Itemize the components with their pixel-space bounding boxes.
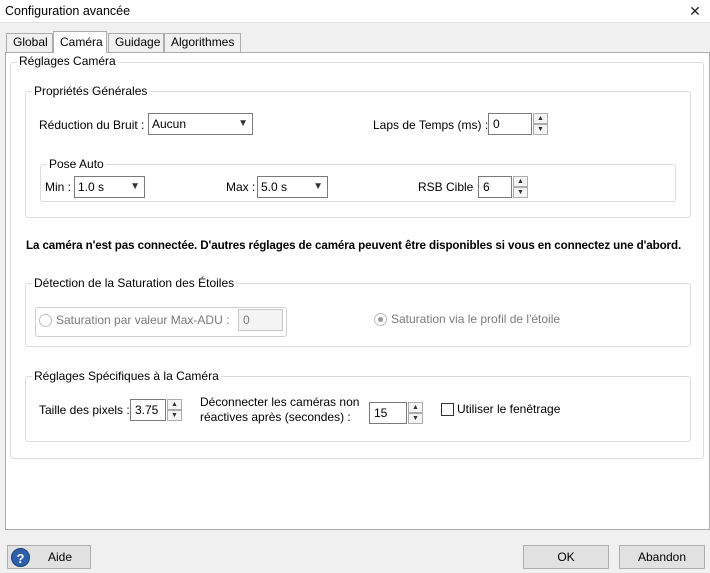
ok-button[interactable]: OK — [523, 545, 609, 569]
stepper-up-icon[interactable]: ▲ — [533, 113, 548, 124]
stepper-up-icon[interactable]: ▲ — [408, 402, 423, 413]
time-lapse-stepper[interactable]: ▲ ▼ — [533, 113, 548, 135]
windowing-checkbox[interactable] — [441, 403, 454, 416]
pixel-size-label: Taille des pixels : — [39, 403, 130, 417]
camera-not-connected-note: La caméra n'est pas connectée. D'autres … — [26, 239, 682, 252]
saturation-adu-label: Saturation par valeur Max-ADU : — [56, 313, 230, 327]
noise-reduction-label: Réduction du Bruit : — [39, 118, 145, 132]
stepper-down-icon[interactable]: ▼ — [533, 124, 548, 135]
target-snr-label: RSB Cible : — [418, 180, 481, 194]
max-exposure-select[interactable]: 5.0 s ▼ — [257, 176, 328, 198]
window-title: Configuration avancée — [5, 4, 131, 18]
camera-specific-label: Réglages Spécifiques à la Caméra — [32, 369, 221, 383]
windowing-label: Utiliser le fenêtrage — [457, 402, 561, 416]
pixel-size-stepper[interactable]: ▲ ▼ — [167, 399, 182, 421]
max-exposure-label: Max : — [226, 180, 256, 194]
chevron-down-icon: ▼ — [238, 118, 248, 129]
stepper-up-icon[interactable]: ▲ — [167, 399, 182, 410]
cancel-button[interactable]: Abandon — [619, 545, 705, 569]
disconnect-label-line1: Déconnecter les caméras non — [200, 395, 360, 409]
tab-algorithmes[interactable]: Algorithmes — [164, 33, 241, 52]
tab-camera[interactable]: Caméra — [53, 31, 107, 53]
title-bar: Configuration avancée ✕ — [0, 0, 710, 23]
stepper-up-icon[interactable]: ▲ — [513, 176, 528, 187]
min-exposure-label: Min : — [45, 180, 72, 194]
disconnect-timeout-input[interactable]: 15 — [369, 402, 407, 424]
stepper-down-icon[interactable]: ▼ — [167, 410, 182, 421]
saturation-label: Détection de la Saturation des Étoiles — [32, 276, 237, 290]
tab-guidage[interactable]: Guidage — [108, 33, 164, 52]
help-label: Aide — [47, 550, 73, 564]
saturation-adu-radio[interactable] — [39, 314, 52, 327]
help-button[interactable]: ? Aide — [7, 545, 91, 569]
auto-exposure-label: Pose Auto — [47, 157, 106, 171]
pixel-size-input[interactable]: 3.75 — [130, 399, 166, 421]
min-exposure-select[interactable]: 1.0 s ▼ — [74, 176, 145, 198]
time-lapse-label: Laps de Temps (ms) : — [373, 118, 489, 132]
disconnect-label-line2: réactives après (secondes) : — [200, 410, 351, 424]
disconnect-timeout-stepper[interactable]: ▲ ▼ — [408, 402, 423, 424]
max-exposure-value: 5.0 s — [261, 180, 288, 194]
noise-reduction-select[interactable]: Aucun ▼ — [148, 113, 253, 135]
max-adu-input[interactable]: 0 — [238, 309, 283, 331]
camera-settings-label: Réglages Caméra — [17, 54, 118, 68]
noise-reduction-value: Aucun — [152, 117, 187, 131]
tab-global[interactable]: Global — [6, 33, 53, 52]
min-exposure-value: 1.0 s — [78, 180, 105, 194]
general-properties-label: Propriétés Générales — [32, 84, 150, 98]
stepper-down-icon[interactable]: ▼ — [408, 413, 423, 424]
camera-tab-panel: Réglages Caméra Propriétés Générales Réd… — [5, 52, 710, 530]
close-icon[interactable]: ✕ — [680, 0, 710, 23]
time-lapse-input[interactable]: 0 — [488, 113, 532, 135]
target-snr-stepper[interactable]: ▲ ▼ — [513, 176, 528, 198]
chevron-down-icon: ▼ — [130, 181, 140, 192]
target-snr-input[interactable]: 6 — [478, 176, 512, 198]
chevron-down-icon: ▼ — [313, 181, 323, 192]
saturation-profile-radio[interactable] — [374, 313, 387, 326]
help-icon: ? — [11, 548, 30, 567]
saturation-profile-label: Saturation via le profil de l'étoile — [391, 312, 561, 326]
stepper-down-icon[interactable]: ▼ — [513, 187, 528, 198]
